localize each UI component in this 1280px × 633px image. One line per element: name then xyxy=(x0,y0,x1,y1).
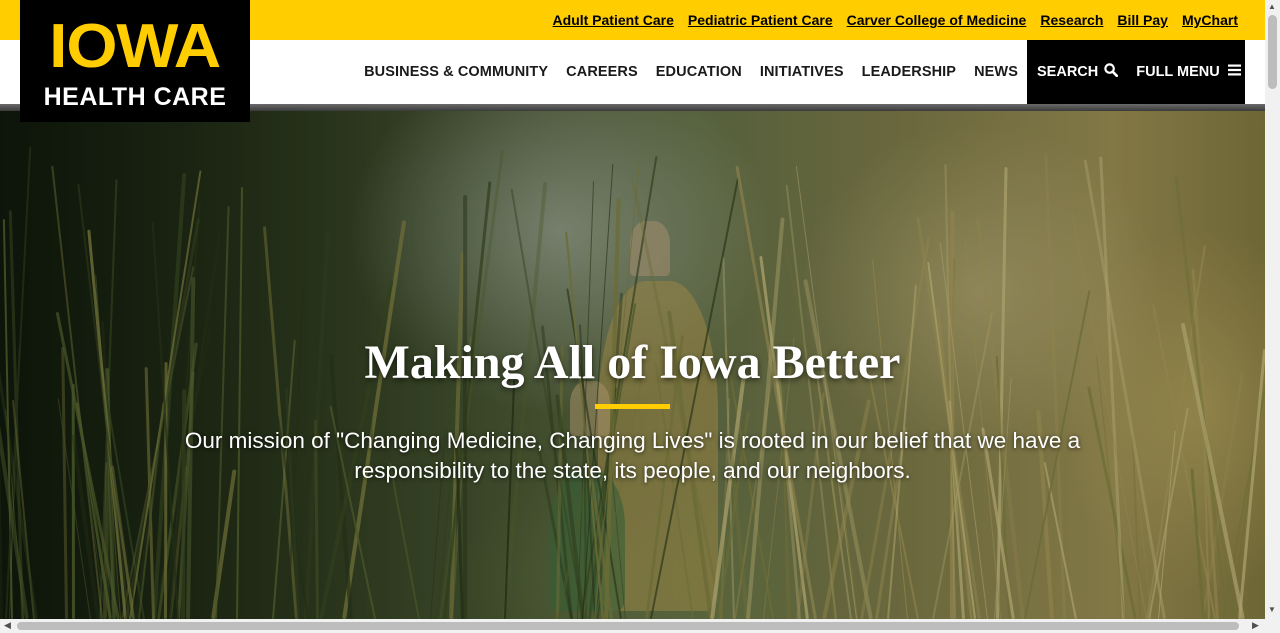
vertical-scrollbar[interactable]: ▲ ▼ xyxy=(1265,0,1280,619)
main-nav-links: BUSINESS & COMMUNITY CAREERS EDUCATION I… xyxy=(346,40,1018,104)
nav-item-leadership[interactable]: LEADERSHIP xyxy=(862,64,956,80)
utility-link-mychart[interactable]: MyChart xyxy=(1182,12,1238,28)
horizontal-scroll-thumb[interactable] xyxy=(17,622,1239,630)
nav-item-education[interactable]: EDUCATION xyxy=(656,64,742,80)
scroll-left-arrow-icon[interactable]: ◀ xyxy=(4,621,11,630)
utility-link-adult-patient-care[interactable]: Adult Patient Care xyxy=(553,12,674,28)
nav-item-initiatives[interactable]: INITIATIVES xyxy=(760,64,844,80)
search-icon xyxy=(1104,63,1119,81)
hero-banner: Making All of Iowa Better Our mission of… xyxy=(0,111,1265,619)
search-button[interactable]: SEARCH xyxy=(1037,63,1119,81)
nav-item-business-community[interactable]: BUSINESS & COMMUNITY xyxy=(364,64,548,80)
vertical-scroll-thumb[interactable] xyxy=(1268,15,1277,89)
utility-link-bill-pay[interactable]: Bill Pay xyxy=(1117,12,1168,28)
horizontal-scrollbar[interactable]: ◀ ▶ xyxy=(0,619,1265,633)
utility-link-carver-college[interactable]: Carver College of Medicine xyxy=(847,12,1027,28)
scroll-up-arrow-icon[interactable]: ▲ xyxy=(1268,3,1276,11)
nav-utility-buttons: SEARCH FULL MENU xyxy=(1027,40,1245,104)
scrollbar-corner xyxy=(1265,619,1280,633)
hero-mission-text: Our mission of "Changing Medicine, Chang… xyxy=(184,428,1081,483)
full-menu-label: FULL MENU xyxy=(1136,64,1220,80)
full-menu-button[interactable]: FULL MENU xyxy=(1136,64,1241,80)
scroll-right-arrow-icon[interactable]: ▶ xyxy=(1252,621,1259,630)
logo-subtitle: HEALTH CARE xyxy=(43,83,227,111)
hamburger-icon xyxy=(1227,64,1241,80)
logo-wordmark: IOWA xyxy=(49,12,221,81)
nav-item-news[interactable]: NEWS xyxy=(974,64,1018,80)
search-label: SEARCH xyxy=(1037,64,1099,80)
hero-title: Making All of Iowa Better xyxy=(364,336,901,389)
utility-link-pediatric-patient-care[interactable]: Pediatric Patient Care xyxy=(688,12,833,28)
iowa-health-care-logo[interactable]: IOWA HEALTH CARE xyxy=(20,0,250,122)
hero-title-underline xyxy=(595,404,670,409)
scroll-down-arrow-icon[interactable]: ▼ xyxy=(1268,606,1276,614)
nav-item-careers[interactable]: CAREERS xyxy=(566,64,638,80)
utility-link-research[interactable]: Research xyxy=(1040,12,1103,28)
